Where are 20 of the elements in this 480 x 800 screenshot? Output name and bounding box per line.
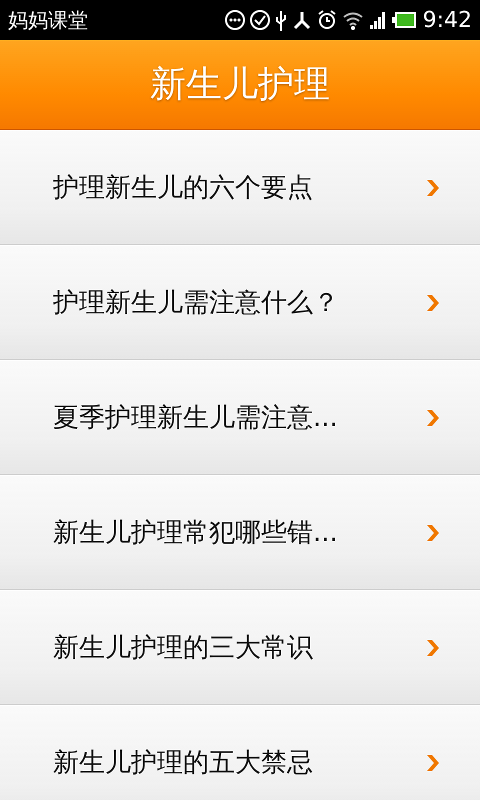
battery-icon <box>392 9 416 31</box>
app-name: 妈妈课堂 <box>8 6 89 34</box>
chevron-icon <box>426 178 440 196</box>
page-title: 新生儿护理 <box>150 63 330 107</box>
clock-time: 9:42 <box>422 8 472 32</box>
list-item[interactable]: 护理新生儿的六个要点 <box>0 130 480 245</box>
chevron-icon <box>426 524 440 542</box>
chevron-icon <box>426 294 440 312</box>
list-item[interactable]: 新生儿护理的三大常识 <box>0 590 480 705</box>
list-item[interactable]: 护理新生儿需注意什么？ <box>0 245 480 360</box>
list-item[interactable]: 新生儿护理常犯哪些错... <box>0 475 480 590</box>
more-icon <box>224 9 245 31</box>
list-item[interactable]: 夏季护理新生儿需注意... <box>0 360 480 475</box>
chevron-icon <box>426 754 440 772</box>
alarm-icon <box>316 9 337 31</box>
chevron-icon <box>426 638 440 656</box>
list-item[interactable]: 新生儿护理的五大禁忌 <box>0 705 480 800</box>
check-icon <box>250 9 270 31</box>
chevron-icon <box>426 408 440 426</box>
signal-icon <box>368 9 387 31</box>
